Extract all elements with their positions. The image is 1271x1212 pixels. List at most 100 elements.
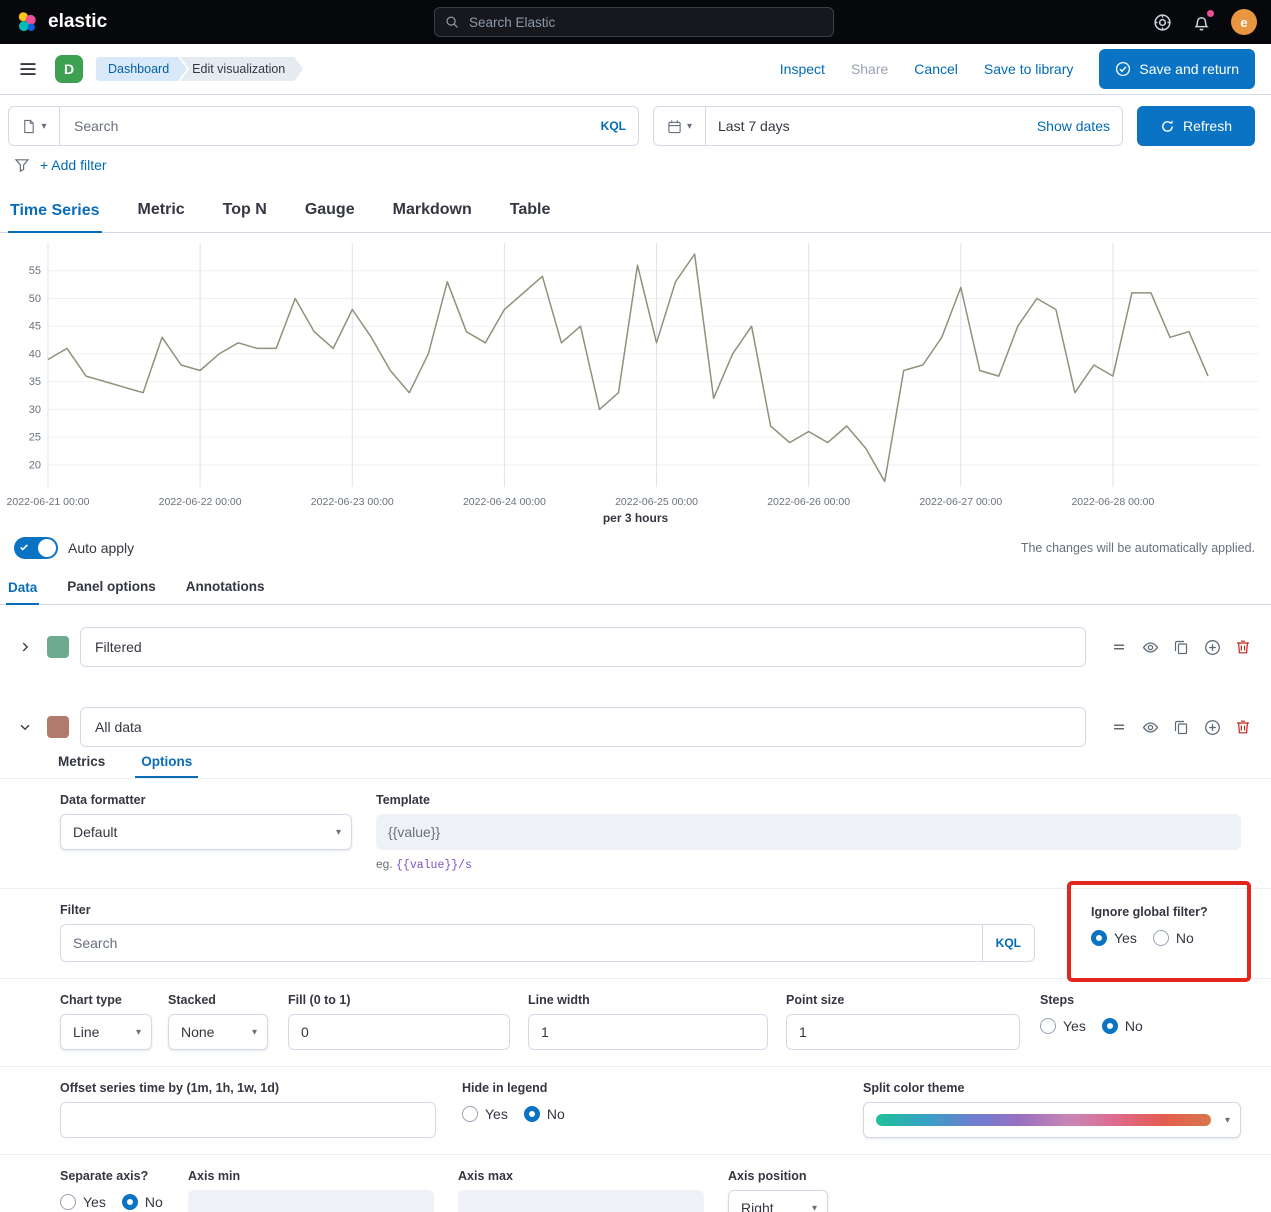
series-filter-input[interactable] xyxy=(61,925,982,961)
series-label-input[interactable] xyxy=(80,707,1086,747)
line-width-input[interactable] xyxy=(528,1014,768,1050)
notifications-button[interactable] xyxy=(1192,9,1214,32)
global-search-input[interactable] xyxy=(467,13,823,31)
add-series-button[interactable] xyxy=(1202,637,1223,658)
svg-text:2022-06-25 00:00: 2022-06-25 00:00 xyxy=(615,496,698,508)
axis-row: Separate axis? Yes No Axis min Axis max … xyxy=(0,1154,1271,1212)
radio-option-no[interactable]: No xyxy=(523,1106,565,1122)
saved-queries-button[interactable]: ▾ xyxy=(8,106,60,146)
point-size-input[interactable] xyxy=(786,1014,1020,1050)
stacked-select[interactable]: None ▾ xyxy=(168,1014,268,1050)
series-filter-group: KQL xyxy=(60,924,1035,962)
breadcrumb-dashboard[interactable]: Dashboard xyxy=(96,57,187,81)
time-range-value[interactable]: Last 7 days xyxy=(706,118,1037,134)
radio-icon xyxy=(1091,930,1107,946)
hide-in-legend-field: Hide in legend Yes No xyxy=(462,1081,565,1138)
cancel-button[interactable]: Cancel xyxy=(914,61,958,77)
tab-panel-options[interactable]: Panel options xyxy=(65,579,158,604)
clone-icon xyxy=(1174,640,1188,655)
split-color-theme-select[interactable]: ▾ xyxy=(863,1102,1241,1138)
toggle-knob xyxy=(38,539,56,557)
radio-option-no[interactable]: No xyxy=(1152,930,1194,946)
tab-time-series[interactable]: Time Series xyxy=(8,202,102,233)
query-search-input[interactable] xyxy=(72,117,601,135)
date-quick-select-button[interactable]: ▾ xyxy=(654,107,706,145)
separate-axis-radios: Yes No xyxy=(60,1194,166,1210)
series-color-swatch[interactable] xyxy=(47,636,69,658)
series-row-all-data xyxy=(14,707,1257,747)
tab-annotations[interactable]: Annotations xyxy=(184,579,267,604)
ignore-global-filter-label: Ignore global filter? xyxy=(1091,905,1208,919)
svg-text:35: 35 xyxy=(29,376,41,388)
save-and-return-label: Save and return xyxy=(1139,61,1239,77)
tab-metrics[interactable]: Metrics xyxy=(52,753,111,778)
radio-label: No xyxy=(144,1194,163,1210)
chart-type-select[interactable]: Line ▾ xyxy=(60,1014,152,1050)
series-color-swatch[interactable] xyxy=(47,716,69,738)
line-width-label: Line width xyxy=(528,993,590,1007)
tab-table[interactable]: Table xyxy=(508,201,553,232)
delete-series-button[interactable] xyxy=(1233,717,1253,737)
chevron-right-icon xyxy=(22,642,29,652)
drag-handle[interactable] xyxy=(1109,717,1129,737)
hide-in-legend-radios: Yes No xyxy=(462,1106,565,1122)
axis-min-input[interactable] xyxy=(188,1190,434,1212)
template-label: Template xyxy=(376,793,430,807)
editor-panel-tabs: Data Panel options Annotations xyxy=(0,569,1271,605)
tab-metric[interactable]: Metric xyxy=(136,201,187,232)
tab-data[interactable]: Data xyxy=(6,580,40,605)
fill-input[interactable] xyxy=(288,1014,510,1050)
radio-option-yes[interactable]: Yes xyxy=(462,1106,508,1122)
refresh-button[interactable]: Refresh xyxy=(1137,106,1255,146)
data-formatter-select[interactable]: Default ▾ xyxy=(60,814,352,850)
stacked-value: None xyxy=(181,1024,215,1040)
chart-type-value: Line xyxy=(73,1024,100,1040)
tab-gauge[interactable]: Gauge xyxy=(303,201,357,232)
elastic-logo[interactable] xyxy=(14,10,39,35)
delete-series-button[interactable] xyxy=(1233,637,1253,657)
brand-title: elastic xyxy=(48,11,108,32)
radio-option-yes[interactable]: Yes xyxy=(1091,930,1137,946)
save-and-return-button[interactable]: Save and return xyxy=(1099,49,1255,89)
inspect-button[interactable]: Inspect xyxy=(780,61,825,77)
clone-series-button[interactable] xyxy=(1171,717,1191,737)
tab-markdown[interactable]: Markdown xyxy=(391,201,474,232)
svg-text:2022-06-23 00:00: 2022-06-23 00:00 xyxy=(311,496,394,508)
add-series-icon xyxy=(1204,719,1220,735)
drag-handle[interactable] xyxy=(1109,637,1129,657)
steps-field: Steps Yes No xyxy=(1040,993,1143,1050)
axis-max-input[interactable] xyxy=(458,1190,704,1212)
collapse-series-button[interactable] xyxy=(14,720,36,734)
global-search[interactable] xyxy=(434,7,834,37)
help-button[interactable] xyxy=(1153,13,1172,32)
add-series-button[interactable] xyxy=(1202,717,1223,738)
filter-icon xyxy=(14,159,30,173)
template-input[interactable] xyxy=(376,814,1241,850)
radio-option-yes[interactable]: Yes xyxy=(1040,1018,1086,1034)
tab-options[interactable]: Options xyxy=(135,753,199,778)
save-to-library-button[interactable]: Save to library xyxy=(984,61,1073,77)
svg-text:50: 50 xyxy=(29,293,41,305)
offset-input[interactable] xyxy=(60,1102,436,1138)
toggle-series-visibility-button[interactable] xyxy=(1140,637,1161,658)
radio-option-no[interactable]: No xyxy=(1101,1018,1143,1034)
radio-option-no[interactable]: No xyxy=(121,1194,163,1210)
tab-top-n[interactable]: Top N xyxy=(221,201,269,232)
kql-language-button[interactable]: KQL xyxy=(601,119,626,133)
show-dates-button[interactable]: Show dates xyxy=(1037,118,1122,134)
kql-language-button[interactable]: KQL xyxy=(981,925,1034,961)
share-button[interactable]: Share xyxy=(851,61,888,77)
clone-series-button[interactable] xyxy=(1171,637,1191,657)
axis-position-select[interactable]: Right ▾ xyxy=(728,1190,828,1212)
series-label-input[interactable] xyxy=(80,627,1086,667)
breadcrumb-edit-visualization: Edit visualization xyxy=(180,57,303,81)
axis-position-label: Axis position xyxy=(728,1169,807,1183)
expand-series-button[interactable] xyxy=(14,640,36,654)
search-icon xyxy=(446,16,458,28)
auto-apply-toggle[interactable] xyxy=(14,537,58,559)
add-filter-button[interactable]: + Add filter xyxy=(40,157,107,173)
toggle-series-visibility-button[interactable] xyxy=(1140,717,1161,738)
user-avatar[interactable]: e xyxy=(1231,9,1257,35)
menu-button[interactable] xyxy=(14,55,42,83)
radio-option-yes[interactable]: Yes xyxy=(60,1194,106,1210)
